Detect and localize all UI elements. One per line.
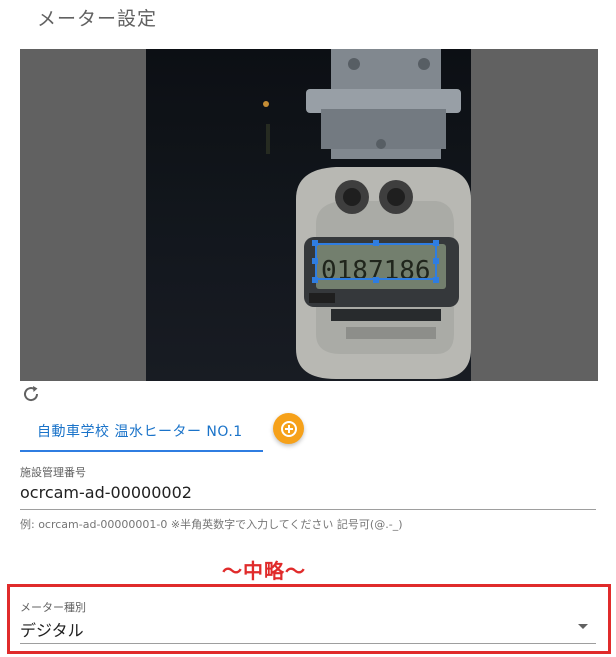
facility-id-underline bbox=[20, 509, 596, 510]
chevron-down-icon[interactable] bbox=[578, 624, 588, 629]
add-meter-button[interactable] bbox=[273, 413, 304, 444]
omitted-notice: 〜中略〜 bbox=[222, 559, 306, 583]
roi-handle-top-left[interactable] bbox=[312, 240, 318, 246]
meter-type-underline bbox=[20, 643, 596, 644]
facility-id-label: 施設管理番号 bbox=[20, 466, 86, 479]
meter-type-label: メーター種別 bbox=[20, 601, 86, 614]
meter-photo-viewer[interactable]: 0187186 bbox=[20, 49, 598, 381]
facility-id-hint: 例: ocrcam-ad-00000001-0 ※半角英数字で入力してください … bbox=[20, 518, 403, 531]
reading-region-box[interactable] bbox=[315, 243, 437, 280]
roi-handle-left[interactable] bbox=[312, 258, 318, 264]
meter-type-select[interactable]: デジタル bbox=[20, 617, 84, 641]
roi-handle-right[interactable] bbox=[433, 258, 439, 264]
facility-id-input[interactable]: ocrcam-ad-00000002 bbox=[20, 483, 192, 502]
photo-overlay bbox=[20, 49, 598, 381]
roi-handle-bottom-right[interactable] bbox=[433, 277, 439, 283]
roi-handle-bottom-left[interactable] bbox=[312, 277, 318, 283]
roi-handle-bottom[interactable] bbox=[373, 277, 379, 283]
roi-handle-top-right[interactable] bbox=[433, 240, 439, 246]
tab-label: 自動車学校 温水ヒーター NO.1 bbox=[37, 424, 243, 440]
roi-handle-top[interactable] bbox=[373, 240, 379, 246]
tab-meter-1[interactable]: 自動車学校 温水ヒーター NO.1 bbox=[20, 412, 263, 452]
plus-circle-icon bbox=[280, 420, 297, 437]
rotate-icon[interactable] bbox=[20, 383, 42, 405]
page-title: メーター設定 bbox=[37, 8, 158, 30]
